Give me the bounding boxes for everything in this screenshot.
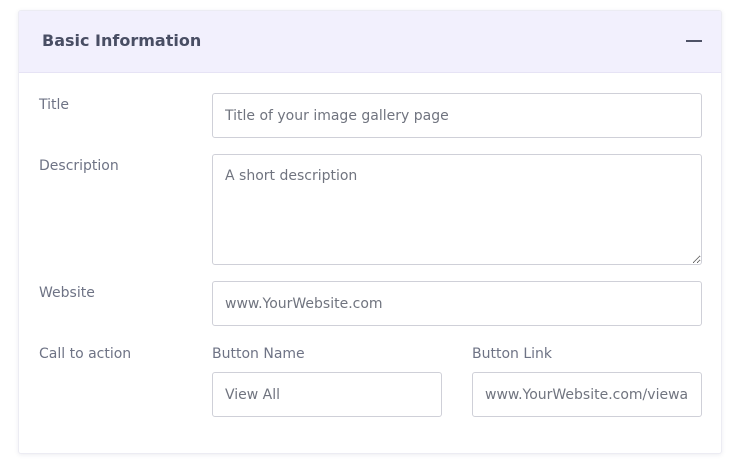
- card-header[interactable]: Basic Information: [19, 11, 721, 73]
- card-title: Basic Information: [42, 31, 202, 50]
- description-label: Description: [39, 158, 119, 174]
- title-label: Title: [39, 97, 70, 113]
- minus-icon-bar: [686, 40, 702, 42]
- button-name-input[interactable]: [212, 372, 442, 417]
- description-textarea[interactable]: [212, 154, 702, 265]
- website-input[interactable]: [212, 281, 702, 326]
- title-input[interactable]: [212, 93, 702, 138]
- website-label: Website: [39, 285, 95, 301]
- button-link-label: Button Link: [472, 346, 553, 362]
- basic-information-card: Basic Information Title Description Webs…: [18, 10, 722, 454]
- button-link-input[interactable]: [472, 372, 702, 417]
- button-name-label: Button Name: [212, 346, 305, 362]
- call-to-action-label: Call to action: [39, 346, 132, 362]
- minus-icon[interactable]: [685, 31, 703, 51]
